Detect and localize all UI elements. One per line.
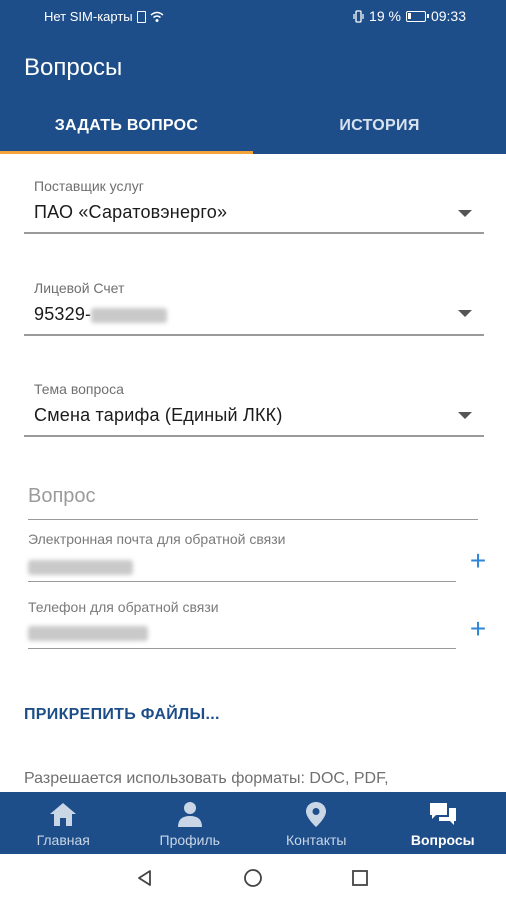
provider-underline (24, 232, 484, 234)
add-email-button[interactable]: + (468, 547, 488, 575)
phone-value (28, 625, 148, 643)
add-phone-button[interactable]: + (468, 615, 488, 643)
phone-underline (28, 648, 456, 649)
phone-label: Телефон для обратной связи (28, 599, 219, 615)
topic-value: Смена тарифа (Единый ЛКК) (34, 405, 283, 425)
chevron-down-icon (458, 310, 472, 317)
account-value-row: 95329- (34, 304, 168, 325)
profile-icon (177, 802, 202, 827)
account-blurred (91, 307, 168, 323)
nav-label-profile: Профиль (159, 832, 220, 848)
nav-label-home: Главная (36, 832, 90, 848)
nav-item-contacts[interactable]: Контакты (253, 792, 380, 854)
provider-value: ПАО «Саратовэнерго» (34, 202, 228, 222)
topic-underline (24, 435, 484, 437)
system-navigation (0, 854, 506, 900)
chat-bubbles-icon (429, 803, 456, 825)
formats-hint: Разрешается использовать форматы: DOC, P… (24, 770, 389, 787)
vibrate-icon (353, 9, 364, 23)
email-value (28, 559, 133, 577)
tab-bar: ЗАДАТЬ ВОПРОС ИСТОРИЯ (0, 100, 506, 154)
home-circle-icon[interactable] (243, 868, 263, 888)
email-blurred (28, 560, 133, 576)
battery-icon (405, 10, 429, 22)
nav-item-profile[interactable]: Профиль (127, 792, 254, 854)
topic-label: Тема вопроса (34, 381, 124, 397)
account-underline (24, 334, 484, 336)
clock: 09:33 (430, 8, 466, 24)
back-icon[interactable] (135, 868, 155, 888)
phone-field[interactable]: Телефон для обратной связи (28, 599, 456, 651)
chevron-down-icon (458, 210, 472, 217)
nav-label-contacts: Контакты (286, 832, 347, 848)
carrier-text: Нет SIM-карты (44, 9, 133, 24)
account-label: Лицевой Счет (34, 280, 125, 296)
email-label: Электронная почта для обратной связи (28, 531, 286, 547)
recents-square-icon[interactable] (350, 868, 370, 888)
nav-item-questions[interactable]: Вопросы (380, 792, 506, 854)
topic-select[interactable]: Тема вопроса Смена тарифа (Единый ЛКК) (24, 373, 484, 439)
nav-item-home[interactable]: Главная (0, 792, 127, 854)
email-field[interactable]: Электронная почта для обратной связи (28, 531, 456, 583)
question-placeholder: Вопрос (28, 485, 96, 507)
provider-select[interactable]: Поставщик услуг ПАО «Саратовэнерго» (24, 170, 484, 236)
bottom-navigation: Главная Профиль Контакты Вопросы (0, 792, 506, 854)
tab-history[interactable]: ИСТОРИЯ (253, 100, 506, 154)
app-bar: Вопросы (0, 34, 506, 100)
sim-icon (136, 10, 146, 23)
status-right: 19 % 09:33 (353, 8, 466, 24)
battery-percent: 19 % (369, 8, 401, 24)
status-bar: Нет SIM-карты 19 % 09:33 (0, 0, 506, 34)
account-value: 95329- (34, 304, 92, 324)
page-title: Вопросы (24, 54, 123, 81)
account-select[interactable]: Лицевой Счет 95329- (24, 272, 484, 338)
home-icon (50, 803, 77, 826)
question-underline (28, 519, 478, 520)
location-pin-icon (306, 802, 327, 827)
tab-ask-question[interactable]: ЗАДАТЬ ВОПРОС (0, 100, 253, 154)
chevron-down-icon (458, 412, 472, 419)
provider-label: Поставщик услуг (34, 178, 144, 194)
attach-files-button[interactable]: ПРИКРЕПИТЬ ФАЙЛЫ... (24, 706, 220, 724)
wifi-icon (150, 11, 164, 22)
nav-label-questions: Вопросы (410, 832, 475, 848)
question-input[interactable]: Вопрос (28, 485, 478, 523)
status-left: Нет SIM-карты (44, 9, 164, 24)
phone-blurred (28, 626, 148, 642)
email-underline (28, 581, 456, 582)
